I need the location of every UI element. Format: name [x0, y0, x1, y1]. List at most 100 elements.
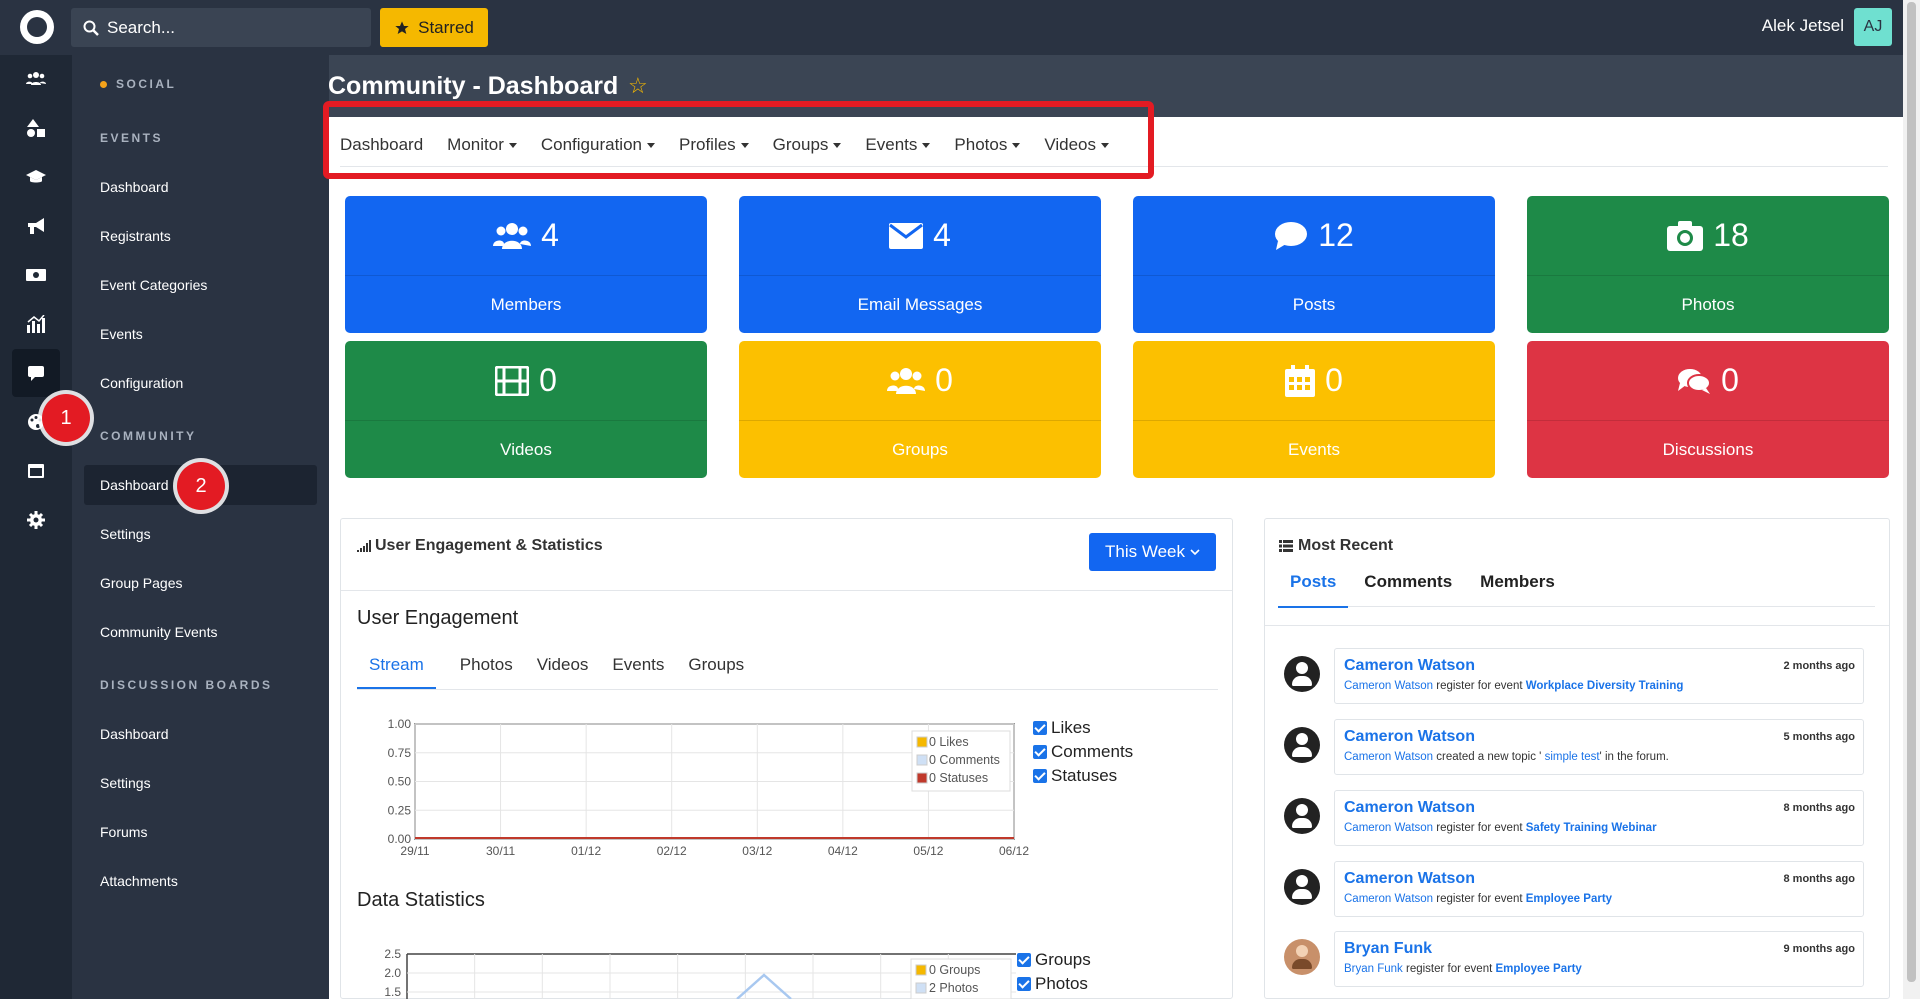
stat-card-videos[interactable]: 0 Videos [345, 341, 707, 478]
checkbox-checked[interactable] [1033, 769, 1047, 783]
sidebar-item-discussion-settings[interactable]: Settings [84, 763, 317, 803]
user-avatar-icon[interactable] [1284, 869, 1320, 905]
sidebar-item-community-events[interactable]: Community Events [84, 612, 317, 652]
target-link[interactable]: simple test [1545, 751, 1600, 763]
calendar-icon[interactable] [12, 447, 60, 495]
feed-description: Bryan Funk register for event Employee P… [1344, 963, 1855, 975]
tab-stream[interactable]: Stream [357, 655, 436, 689]
checkbox-checked[interactable] [1033, 721, 1047, 735]
target-link[interactable]: Employee Party [1496, 963, 1582, 975]
user-name[interactable]: Alek Jetsel [1762, 16, 1844, 36]
tab-members[interactable]: Members [1468, 572, 1567, 608]
actor-link[interactable]: Cameron Watson [1344, 893, 1433, 905]
tab-posts[interactable]: Posts [1278, 572, 1349, 608]
toggle-comments[interactable]: Comments [1033, 742, 1133, 762]
sidebar-item-discussion-dashboard[interactable]: Dashboard [84, 714, 317, 754]
toggle-groups[interactable]: Groups [1017, 950, 1091, 970]
chart-legend: 0 Groups 2 Photos [910, 958, 1012, 999]
favorite-star-icon[interactable]: ☆ [628, 73, 648, 99]
stat-card-posts[interactable]: 12 Posts [1133, 196, 1495, 333]
sidebar-item-event-categories[interactable]: Event Categories [84, 265, 317, 305]
gear-icon[interactable] [12, 496, 60, 544]
checkbox-checked[interactable] [1017, 977, 1031, 991]
toggle-statuses[interactable]: Statuses [1033, 766, 1117, 786]
users-icon [493, 222, 532, 249]
feed-user-link[interactable]: Cameron Watson [1344, 728, 1855, 746]
actor-link[interactable]: Cameron Watson [1344, 822, 1433, 834]
sidebar-item-group-pages[interactable]: Group Pages [84, 563, 317, 603]
app-logo[interactable] [20, 10, 54, 44]
target-link[interactable]: Safety Training Webinar [1526, 822, 1657, 834]
user-avatar-icon[interactable] [1284, 798, 1320, 834]
toggle-photos[interactable]: Photos [1017, 974, 1088, 994]
users-icon[interactable] [12, 55, 60, 103]
feed-timestamp: 2 months ago [1783, 660, 1855, 672]
stat-card-groups[interactable]: 0 Groups [739, 341, 1101, 478]
tab-groups[interactable]: Groups [688, 655, 744, 689]
feed-user-link[interactable]: Cameron Watson [1344, 657, 1855, 675]
legend-swatch-comments [916, 754, 928, 766]
stat-card-members[interactable]: 4 Members [345, 196, 707, 333]
stat-value: 0 [539, 362, 557, 398]
sidebar-item-events[interactable]: Events [84, 314, 317, 354]
page-scrollbar[interactable] [1903, 0, 1920, 999]
sidebar-item-forums[interactable]: Forums [84, 812, 317, 852]
avatar-head [1296, 875, 1308, 887]
shapes-icon[interactable] [12, 104, 60, 152]
tab-comments[interactable]: Comments [1352, 572, 1464, 608]
time-range-label: This Week [1105, 542, 1185, 561]
envelope-icon [889, 222, 924, 249]
sidebar-item-events-dashboard[interactable]: Dashboard [84, 167, 317, 207]
toggle-likes[interactable]: Likes [1033, 718, 1091, 738]
checkbox-checked[interactable] [1017, 953, 1031, 967]
user-avatar[interactable]: AJ [1854, 8, 1892, 46]
sidebar-item-community-settings[interactable]: Settings [84, 514, 317, 554]
list-icon [1279, 540, 1293, 552]
engagement-chart: 1.000.750.500.250.00 29/11 30/11 01/12 02/1… [388, 717, 1030, 858]
search-input[interactable] [107, 17, 347, 38]
page-title: Community - Dashboard [328, 72, 619, 100]
time-range-dropdown[interactable]: This Week [1089, 533, 1216, 571]
graduation-cap-icon[interactable] [12, 153, 60, 201]
sidebar-section-social[interactable]: SOCIAL [100, 77, 176, 91]
checkbox-checked[interactable] [1033, 745, 1047, 759]
search-box[interactable] [71, 8, 371, 47]
money-icon[interactable] [12, 251, 60, 299]
tab-videos[interactable]: Videos [537, 655, 589, 689]
data-statistics-title: Data Statistics [357, 889, 485, 911]
stat-card-discussions[interactable]: 0 Discussions [1527, 341, 1889, 478]
stat-card-events[interactable]: 0 Events [1133, 341, 1495, 478]
stat-label: Email Messages [857, 294, 983, 314]
avatar-head [1296, 804, 1308, 816]
target-link[interactable]: Employee Party [1526, 893, 1612, 905]
logo-mark [27, 17, 47, 37]
sidebar-item-registrants[interactable]: Registrants [84, 216, 317, 256]
user-avatar-icon[interactable] [1284, 656, 1320, 692]
card-top: 0 [345, 341, 707, 421]
chart-icon[interactable] [12, 300, 60, 348]
stat-card-photos[interactable]: 18 Photos [1527, 196, 1889, 333]
star-icon [395, 20, 409, 34]
scrollbar-thumb[interactable] [1907, 2, 1916, 982]
sidebar-item-attachments[interactable]: Attachments [84, 861, 317, 901]
actor-link[interactable]: Cameron Watson [1344, 680, 1433, 692]
stat-value: 18 [1713, 217, 1749, 253]
target-link[interactable]: Workplace Diversity Training [1526, 680, 1684, 692]
actor-link[interactable]: Bryan Funk [1344, 963, 1403, 975]
chat-icon[interactable] [12, 349, 60, 397]
starred-button[interactable]: Starred [380, 8, 488, 47]
megaphone-icon[interactable] [12, 202, 60, 250]
feed-user-link[interactable]: Cameron Watson [1344, 799, 1855, 817]
user-avatar-icon[interactable] [1284, 727, 1320, 763]
feed-user-link[interactable]: Bryan Funk [1344, 940, 1855, 958]
feed-user-link[interactable]: Cameron Watson [1344, 870, 1855, 888]
sidebar-item-events-configuration[interactable]: Configuration [84, 363, 317, 403]
x-tick-labels: 29/11 30/11 01/12 02/12 03/12 04/12 05/12 06/12 [400, 844, 1029, 858]
actor-link[interactable]: Cameron Watson [1344, 751, 1433, 763]
stat-value: 0 [1721, 362, 1739, 398]
tab-photos[interactable]: Photos [460, 655, 513, 689]
stat-card-email-messages[interactable]: 4 Email Messages [739, 196, 1101, 333]
user-photo-avatar[interactable] [1284, 939, 1320, 975]
x-tick-label: 01/12 [571, 844, 601, 858]
tab-events[interactable]: Events [612, 655, 664, 689]
